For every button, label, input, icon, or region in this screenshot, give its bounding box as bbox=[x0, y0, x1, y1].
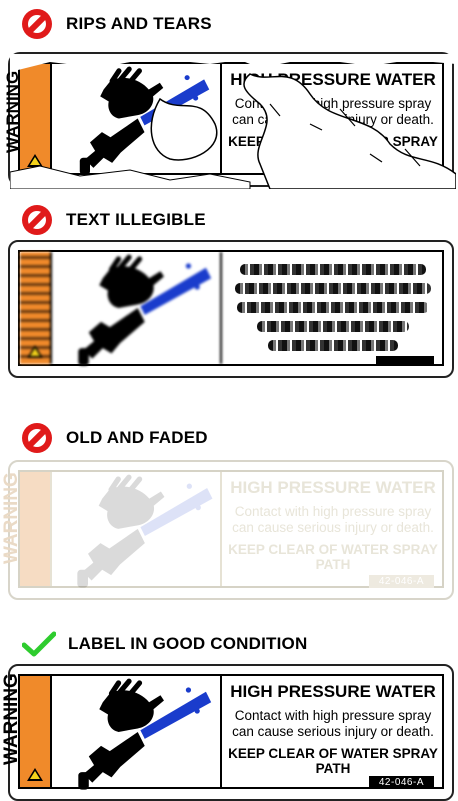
label-panel: WARNING HIGH PRESSURE WATER Contact with… bbox=[1, 673, 444, 789]
checkmark-icon bbox=[22, 631, 56, 657]
warning-triangle-icon bbox=[27, 345, 43, 358]
heading-faded: OLD AND FADED bbox=[22, 422, 208, 454]
label-text-block-illegible bbox=[224, 252, 442, 364]
section-text-illegible: TEXT ILLEGIBLE bbox=[0, 198, 458, 388]
pictogram bbox=[52, 252, 222, 364]
heading-text: RIPS AND TEARS bbox=[66, 14, 212, 33]
prohibited-icon bbox=[22, 423, 52, 453]
prohibited-icon bbox=[22, 9, 52, 39]
label-code-smeared bbox=[376, 356, 434, 366]
hand-spray-icon bbox=[52, 252, 220, 370]
illegible-label bbox=[8, 240, 454, 378]
label-text-block: HIGH PRESSURE WATER Contact with high pr… bbox=[224, 472, 442, 586]
heading-text: OLD AND FADED bbox=[66, 428, 208, 447]
label-body: Contact with high pressure spray can cau… bbox=[232, 708, 434, 739]
label-panel: WARNING HIGH PRESSURE WATER Contact with… bbox=[1, 470, 444, 588]
label-title: HIGH PRESSURE WATER bbox=[230, 478, 436, 497]
heading-rips: RIPS AND TEARS bbox=[22, 8, 212, 40]
section-rips-and-tears: RIPS AND TEARS WARNING HIGH PRESSURE WAT… bbox=[0, 0, 458, 190]
heading-text: LABEL IN GOOD CONDITION bbox=[68, 634, 308, 653]
pictogram bbox=[52, 472, 222, 586]
prohibited-icon bbox=[22, 205, 52, 235]
label-panel bbox=[18, 250, 444, 366]
warning-triangle-icon bbox=[27, 768, 43, 781]
section-old-faded: OLD AND FADED WARNING HIGH PRESSURE WATE… bbox=[0, 418, 458, 608]
label-text-block: HIGH PRESSURE WATER Contact with high pr… bbox=[224, 676, 442, 787]
warning-strip: WARNING bbox=[1, 673, 52, 787]
heading-good: LABEL IN GOOD CONDITION bbox=[22, 628, 307, 660]
label-title: HIGH PRESSURE WATER bbox=[230, 682, 436, 701]
heading-text: TEXT ILLEGIBLE bbox=[66, 210, 206, 229]
label-body: Contact with high pressure spray can cau… bbox=[232, 504, 434, 535]
faded-label: WARNING HIGH PRESSURE WATER Contact with… bbox=[1, 460, 454, 600]
label-code: 42-046-A bbox=[368, 776, 434, 789]
hand-spray-icon bbox=[52, 472, 220, 592]
label-code: 42-046-A bbox=[368, 575, 434, 588]
warning-word: WARNING bbox=[1, 472, 22, 564]
label-instruction: KEEP CLEAR OF WATER SPRAY PATH bbox=[228, 542, 438, 572]
good-label: WARNING HIGH PRESSURE WATER Contact with… bbox=[1, 664, 454, 801]
hand-spray-icon bbox=[52, 676, 220, 794]
heading-illegible: TEXT ILLEGIBLE bbox=[22, 204, 206, 236]
warning-strip: WARNING bbox=[1, 472, 52, 586]
section-good-condition: LABEL IN GOOD CONDITION WARNING HIGH PRE… bbox=[0, 622, 458, 801]
label-instruction: KEEP CLEAR OF WATER SPRAY PATH bbox=[228, 746, 438, 776]
torn-area-icon bbox=[10, 54, 456, 189]
damaged-label: WARNING HIGH PRESSURE WATER Contact with… bbox=[3, 52, 456, 189]
warning-strip bbox=[20, 252, 52, 364]
warning-word: WARNING bbox=[1, 673, 22, 765]
pictogram bbox=[52, 676, 222, 787]
